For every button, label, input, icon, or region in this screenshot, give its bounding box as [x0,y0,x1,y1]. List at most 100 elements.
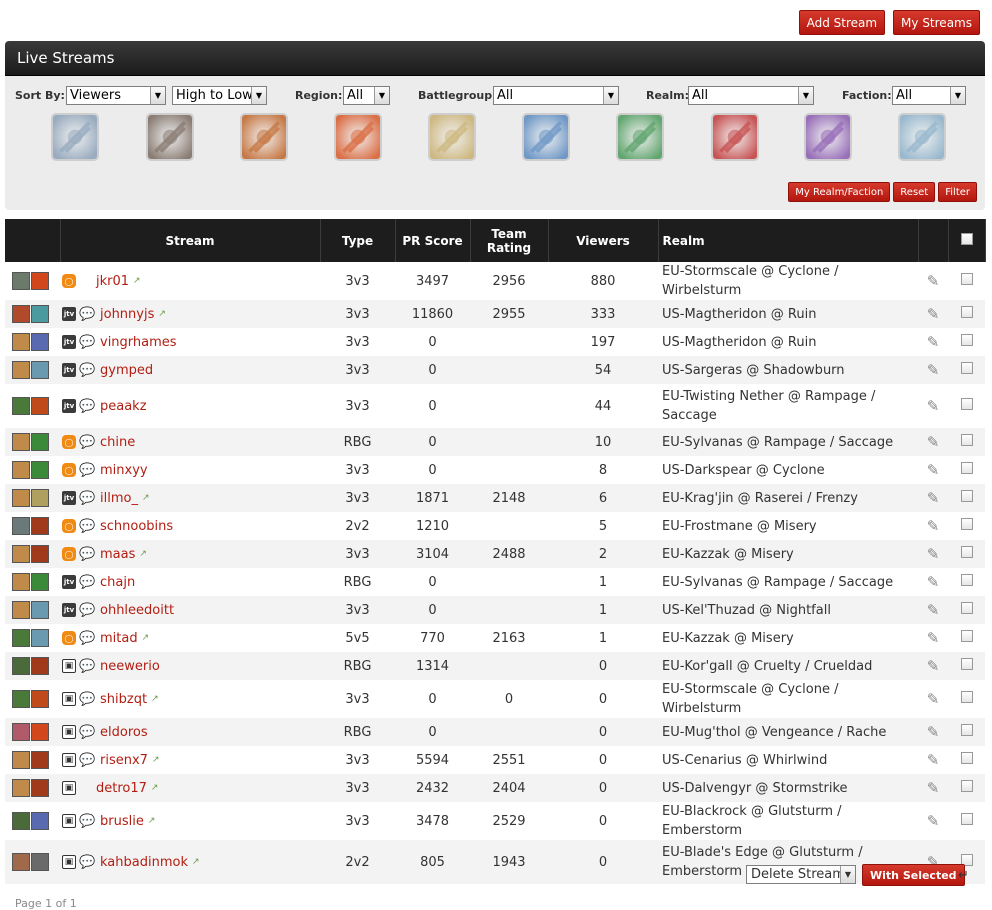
select-all-checkbox[interactable] [960,233,973,245]
external-link-icon[interactable]: ↗ [192,857,200,867]
faction-select[interactable]: All ▼ [892,86,966,105]
pencil-icon[interactable]: ✎ [927,433,940,451]
row-checkbox[interactable] [960,630,973,642]
pencil-icon[interactable]: ✎ [927,690,940,708]
mage-class-icon[interactable] [334,113,382,161]
type-column-header[interactable]: Type [320,219,396,262]
stream-name-link[interactable]: peaakz [100,399,147,414]
row-checkbox[interactable] [960,724,973,736]
chat-icon[interactable]: 💬 [79,463,97,478]
pencil-icon[interactable]: ✎ [927,361,940,379]
sort-by-select[interactable]: Viewers ▼ [66,86,166,105]
pencil-icon[interactable]: ✎ [927,545,940,563]
pencil-icon[interactable]: ✎ [927,517,940,535]
pencil-icon[interactable]: ✎ [927,489,940,507]
row-checkbox[interactable] [960,398,973,410]
row-checkbox[interactable] [960,574,973,586]
chat-icon[interactable]: 💬 [79,363,97,378]
stream-name-link[interactable]: shibzqt [100,692,147,707]
add-stream-button[interactable]: Add Stream [798,10,886,35]
pencil-icon[interactable]: ✎ [927,573,940,591]
row-checkbox[interactable] [960,691,973,703]
stream-name-link[interactable]: kahbadinmok [100,855,188,870]
stream-name-link[interactable]: ohhleedoitt [100,603,174,618]
warrior-class-icon[interactable] [898,113,946,161]
battlegroup-select[interactable]: All ▼ [493,86,619,105]
stream-name-link[interactable]: bruslie [100,814,144,829]
filter-button[interactable]: Filter [938,182,977,202]
row-checkbox[interactable] [960,273,973,285]
stream-name-link[interactable]: schnoobins [100,519,173,534]
row-checkbox[interactable] [960,780,973,792]
stream-name-link[interactable]: johnnyjs [100,307,154,322]
pencil-icon[interactable]: ✎ [927,723,940,741]
realm-column-header[interactable]: Realm [658,219,919,262]
my-streams-button[interactable]: My Streams [893,10,980,35]
row-checkbox[interactable] [960,602,973,614]
row-checkbox[interactable] [960,490,973,502]
select-all-header[interactable] [948,219,986,262]
chat-icon[interactable]: 💬 [79,855,97,870]
stream-name-link[interactable]: risenx7 [100,753,148,768]
my-realm-faction-button[interactable]: My Realm/Faction [788,182,891,202]
row-checkbox[interactable] [960,334,973,346]
stream-name-link[interactable]: chine [100,435,135,450]
hunter-class-icon[interactable] [240,113,288,161]
external-link-icon[interactable]: ↗ [151,694,159,704]
chat-icon[interactable]: 💬 [79,631,97,646]
stream-name-link[interactable]: detro17 [96,781,147,796]
external-link-icon[interactable]: ↗ [158,309,166,319]
chat-icon[interactable]: 💬 [79,491,97,506]
shaman-class-icon[interactable] [522,113,570,161]
external-link-icon[interactable]: ↗ [142,633,150,643]
pencil-icon[interactable]: ✎ [927,629,940,647]
chat-icon[interactable]: 💬 [79,435,97,450]
pencil-icon[interactable]: ✎ [927,397,940,415]
chat-icon[interactable]: 💬 [79,692,97,707]
with-selected-button[interactable]: With Selected [862,864,965,886]
row-checkbox[interactable] [960,362,973,374]
row-checkbox[interactable] [960,306,973,318]
pencil-icon[interactable]: ✎ [927,812,940,830]
stream-name-link[interactable]: maas [100,547,135,562]
row-checkbox[interactable] [960,518,973,530]
stream-name-link[interactable]: jkr01 [96,274,129,289]
stream-name-link[interactable]: gymped [100,363,153,378]
pencil-icon[interactable]: ✎ [927,461,940,479]
chat-icon[interactable]: 💬 [79,519,97,534]
bulk-action-select[interactable]: Delete Stream ▼ [746,865,856,884]
warlock-class-icon[interactable] [711,113,759,161]
external-link-icon[interactable]: ↗ [148,816,156,826]
stream-name-link[interactable]: neewerio [100,659,160,674]
priest-class-icon[interactable] [51,113,99,161]
row-checkbox[interactable] [960,813,973,825]
druid-class-icon[interactable] [616,113,664,161]
rogue-class-icon[interactable] [146,113,194,161]
row-checkbox[interactable] [960,658,973,670]
chat-icon[interactable]: 💬 [79,603,97,618]
chat-icon[interactable]: 💬 [79,335,97,350]
row-checkbox[interactable] [960,752,973,764]
chat-icon[interactable]: 💬 [79,399,97,414]
external-link-icon[interactable]: ↗ [142,493,150,503]
external-link-icon[interactable]: ↗ [152,755,160,765]
sort-order-select[interactable]: High to Low ▼ [172,86,267,105]
team-rating-column-header[interactable]: Team Rating [470,219,549,262]
pr-score-column-header[interactable]: PR Score [395,219,471,262]
external-link-icon[interactable]: ↗ [133,276,141,286]
pencil-icon[interactable]: ✎ [927,305,940,323]
stream-name-link[interactable]: chajn [100,575,135,590]
stream-name-link[interactable]: illmo_ [100,491,138,506]
external-link-icon[interactable]: ↗ [151,783,159,793]
deathknight-class-icon[interactable] [804,113,852,161]
external-link-icon[interactable]: ↗ [139,549,147,559]
row-checkbox[interactable] [960,462,973,474]
realm-select[interactable]: All ▼ [688,86,814,105]
pencil-icon[interactable]: ✎ [927,779,940,797]
row-checkbox[interactable] [960,546,973,558]
pencil-icon[interactable]: ✎ [927,272,940,290]
chat-icon[interactable]: 💬 [79,753,97,768]
chat-icon[interactable]: 💬 [79,814,97,829]
chat-icon[interactable]: 💬 [79,575,97,590]
pencil-icon[interactable]: ✎ [927,601,940,619]
